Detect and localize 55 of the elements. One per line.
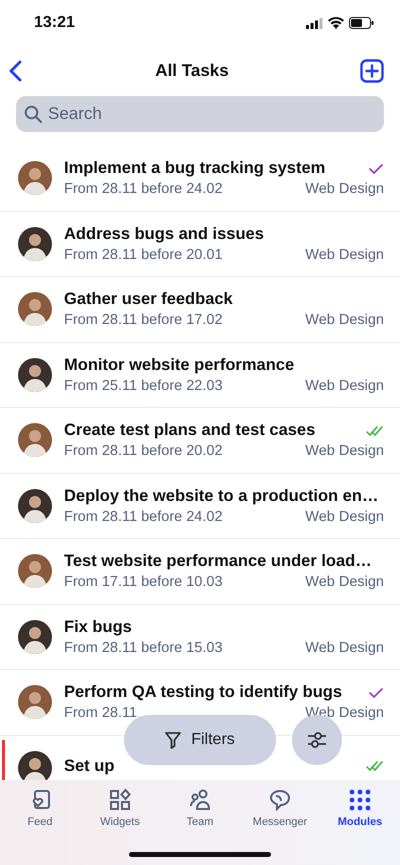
avatar-icon [18, 358, 52, 392]
task-dates: From 17.11 before 10.03 [64, 574, 223, 590]
status-time: 13:21 [34, 14, 75, 32]
task-title: Perform QA testing to identify bugs [64, 683, 342, 702]
sliders-icon [306, 729, 328, 751]
filter-icon [165, 731, 182, 749]
task-dates: From 28.11 before 24.02 [64, 508, 223, 525]
grid-icon [348, 788, 372, 812]
task-project: Web Design [305, 246, 384, 263]
task-title: Create test plans and test cases [64, 421, 316, 440]
tab-messenger[interactable]: Messenger [240, 788, 320, 838]
task-project: Web Design [305, 443, 384, 460]
task-title: Address bugs and issues [64, 224, 264, 244]
task-title: Implement a bug tracking system [64, 159, 326, 178]
task-project: Web Design [305, 312, 384, 328]
task-dates: From 28.11 before 20.01 [64, 246, 223, 263]
battery-icon [349, 17, 374, 29]
chat-icon [268, 788, 292, 812]
task-title: Fix bugs [64, 618, 132, 637]
avatar-icon [18, 161, 52, 196]
add-button[interactable] [360, 59, 384, 83]
tab-widgets[interactable]: Widgets [80, 788, 160, 838]
tab-feed[interactable]: Feed [0, 788, 80, 838]
task-title: Deploy the website to a production en… [64, 486, 378, 506]
task-dates: From 28.11 before 20.02 [64, 443, 223, 460]
task-dates: From 28.11 before 24.02 [64, 181, 223, 198]
tab-team[interactable]: Team [160, 788, 240, 838]
task-title: Test website performance under load… [64, 552, 372, 572]
avatar-icon [18, 488, 52, 523]
avatar-icon [18, 292, 52, 326]
signal-icon [306, 18, 323, 28]
screen-title: All Tasks [155, 61, 229, 81]
avatar-icon [18, 685, 52, 720]
task-project: Web Design [305, 574, 384, 590]
back-button[interactable] [8, 60, 24, 82]
avatar-icon [18, 423, 52, 458]
task-project: Web Design [305, 640, 384, 656]
task-dates: From 25.11 before 22.03 [64, 378, 223, 394]
search-icon [24, 105, 42, 123]
task-title: Monitor website performance [64, 356, 294, 375]
wifi-icon [328, 17, 344, 29]
task-dates: From 28.11 before 15.03 [64, 640, 223, 656]
avatar-icon [18, 226, 52, 261]
task-dates: From 28.11 before 17.02 [64, 312, 223, 328]
task-project: Web Design [305, 181, 384, 198]
people-icon [188, 788, 212, 812]
widgets-icon [108, 788, 132, 812]
avatar-icon [18, 620, 52, 654]
task-title: Set up [64, 756, 114, 776]
task-title: Gather user feedback [64, 290, 233, 310]
search-field[interactable]: Search [16, 96, 384, 132]
task-project: Web Design [305, 378, 384, 394]
task-project: Web Design [305, 508, 384, 525]
tab-modules[interactable]: Modules [320, 788, 400, 838]
avatar-icon [18, 554, 52, 588]
